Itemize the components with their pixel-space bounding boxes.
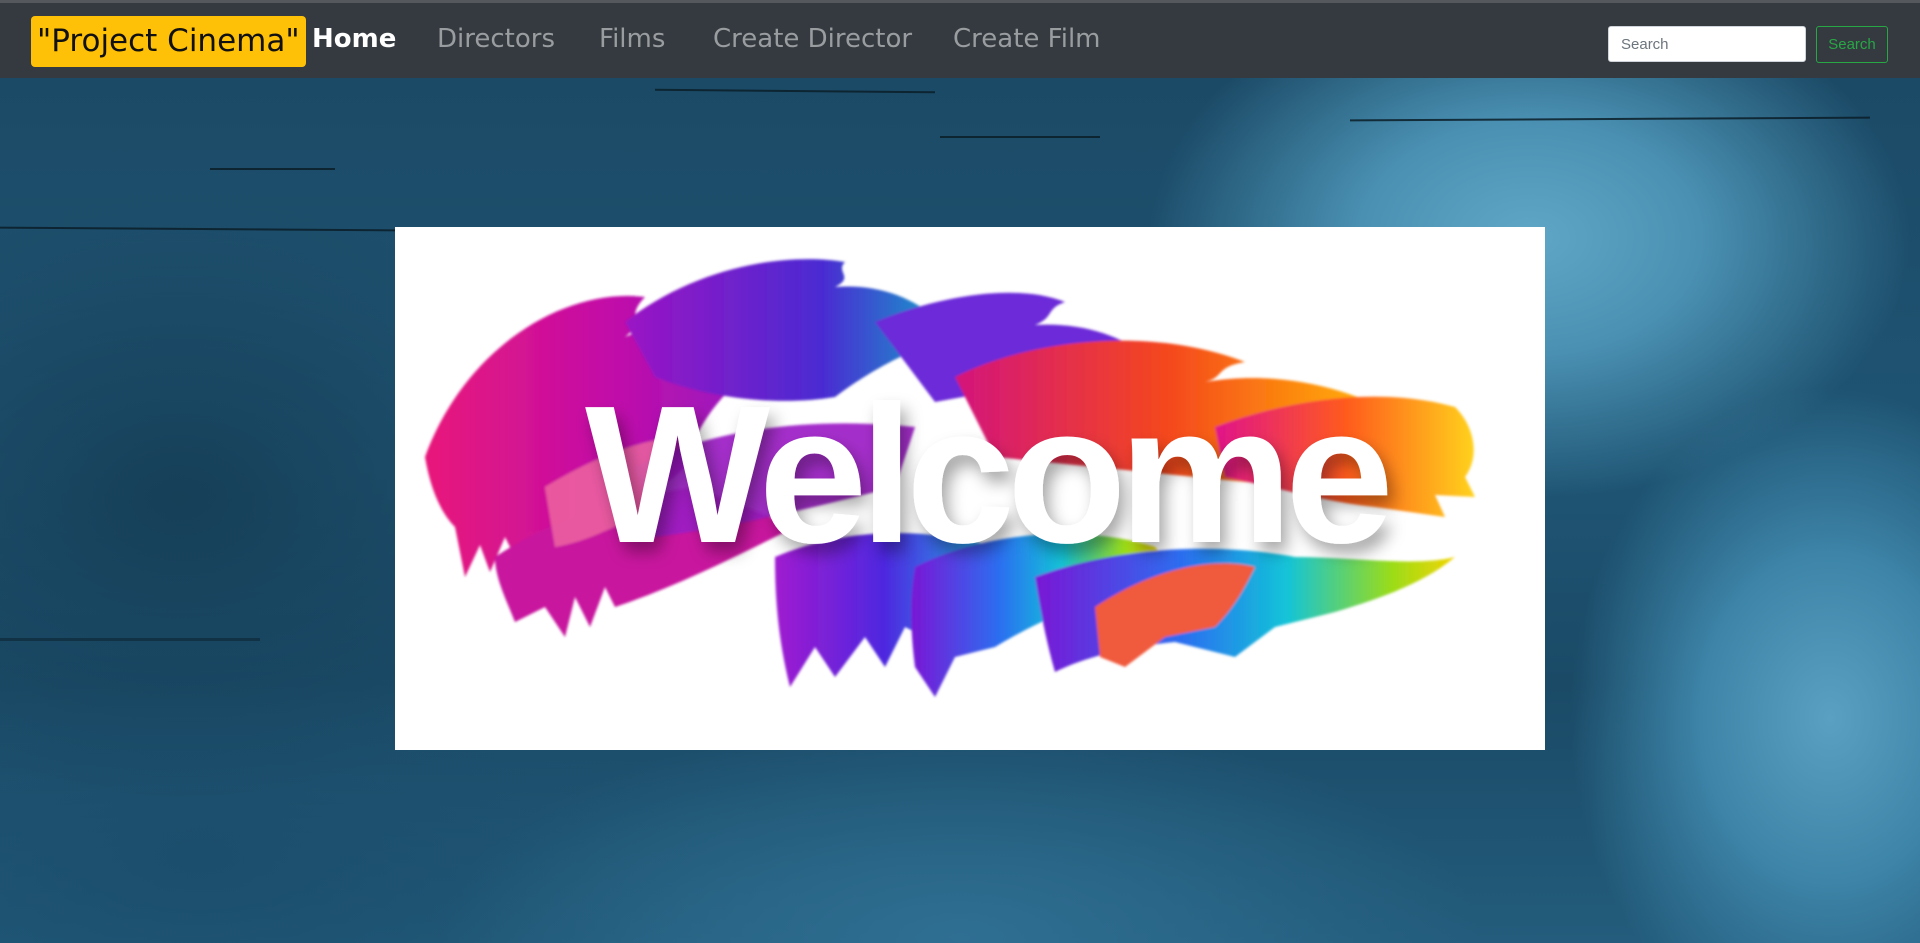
nav-link-directors[interactable]: Directors: [437, 19, 555, 59]
nav-link-home[interactable]: Home: [312, 19, 396, 59]
background-crack: [0, 226, 396, 232]
welcome-text: Welcome: [585, 365, 1388, 584]
nav-link-create-director[interactable]: Create Director: [713, 19, 912, 59]
background-crack: [654, 88, 936, 94]
background-crack: [0, 638, 260, 641]
welcome-banner-art: Welcome: [425, 259, 1475, 697]
nav-link-films[interactable]: Films: [599, 19, 665, 59]
search-input[interactable]: [1608, 26, 1806, 62]
background-crack: [1349, 116, 1871, 122]
brand-logo[interactable]: "Project Cinema": [31, 16, 306, 67]
background-texture: Welcome: [0, 78, 1920, 943]
search-button[interactable]: Search: [1816, 26, 1888, 63]
nav-link-create-film[interactable]: Create Film: [953, 19, 1101, 59]
background-crack: [210, 168, 335, 170]
background-crack: [940, 136, 1100, 138]
navbar: "Project Cinema" Home Directors Films Cr…: [0, 0, 1920, 78]
welcome-banner: Welcome: [395, 227, 1545, 750]
